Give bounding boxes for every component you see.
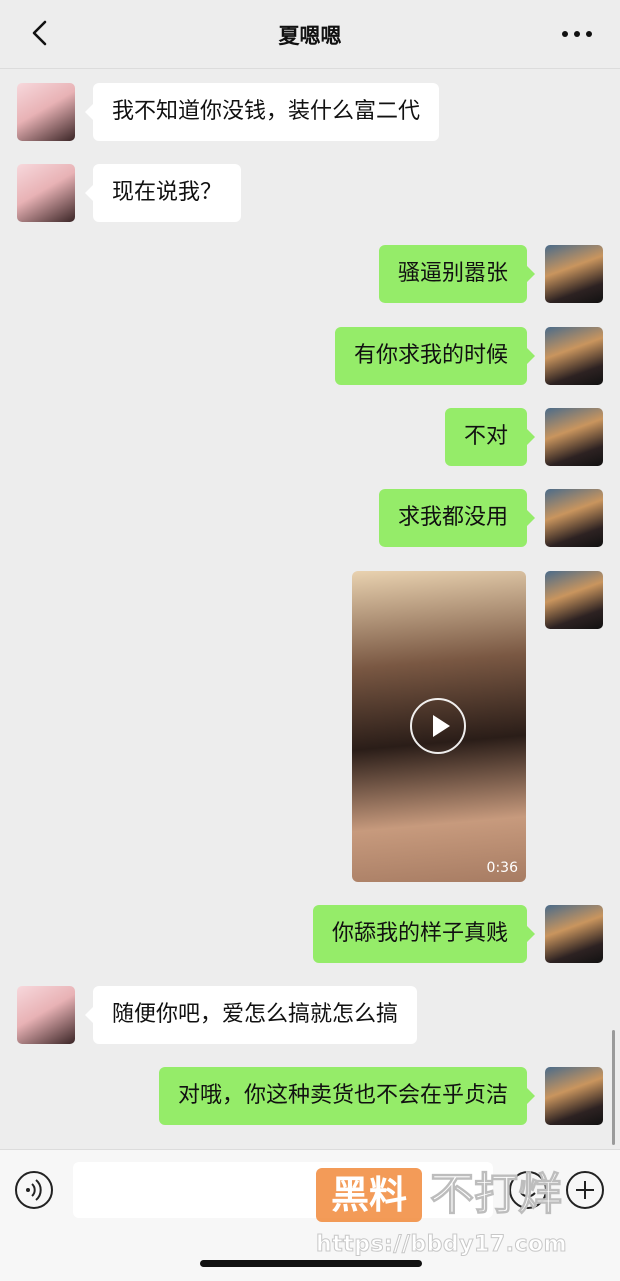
my-avatar[interactable] [545, 408, 603, 466]
contact-avatar[interactable] [17, 986, 75, 1044]
plus-icon[interactable] [566, 1171, 604, 1209]
message-bubble[interactable]: 有你求我的时候 [334, 327, 536, 385]
message-bubble[interactable]: 随便你吧，爱怎么搞就怎么搞 [84, 986, 418, 1044]
video-duration: 0:36 [486, 860, 518, 876]
message-list[interactable]: 我不知道你没钱，装什么富二代 现在说我？ 骚逼别嚣张 有你求我的时候 不对 求我… [0, 69, 620, 1149]
watermark-url: https://bbdy17.com [315, 1232, 568, 1258]
message-bubble[interactable]: 骚逼别嚣张 [378, 245, 536, 303]
voice-icon [26, 1179, 42, 1201]
watermark-text: 不打烊 [430, 1169, 563, 1221]
chat-title: 夏嗯嗯 [278, 24, 342, 48]
home-indicator[interactable] [200, 1260, 422, 1267]
my-avatar[interactable] [545, 571, 603, 629]
message-bubble[interactable]: 我不知道你没钱，装什么富二代 [84, 83, 440, 141]
watermark-logo: 黑料 [316, 1168, 422, 1222]
my-avatar[interactable] [545, 327, 603, 385]
my-avatar[interactable] [545, 905, 603, 963]
message-bubble[interactable]: 你舔我的样子真贱 [312, 905, 536, 963]
video-message[interactable]: 0:36 [352, 571, 526, 882]
contact-avatar[interactable] [17, 83, 75, 141]
contact-avatar[interactable] [17, 164, 75, 222]
my-avatar[interactable] [545, 245, 603, 303]
message-bubble[interactable]: 现在说我？ [84, 164, 242, 222]
message-bubble[interactable]: 对哦，你这种卖货也不会在乎贞洁 [158, 1067, 536, 1125]
message-bubble[interactable]: 求我都没用 [378, 489, 536, 547]
play-icon[interactable] [410, 698, 466, 754]
my-avatar[interactable] [545, 1067, 603, 1125]
my-avatar[interactable] [545, 489, 603, 547]
scrollbar[interactable] [612, 1030, 615, 1145]
message-bubble[interactable]: 不对 [444, 408, 536, 466]
chat-header: 夏嗯嗯 [0, 0, 620, 69]
voice-button[interactable] [15, 1171, 53, 1209]
more-dots-icon[interactable] [560, 20, 594, 48]
